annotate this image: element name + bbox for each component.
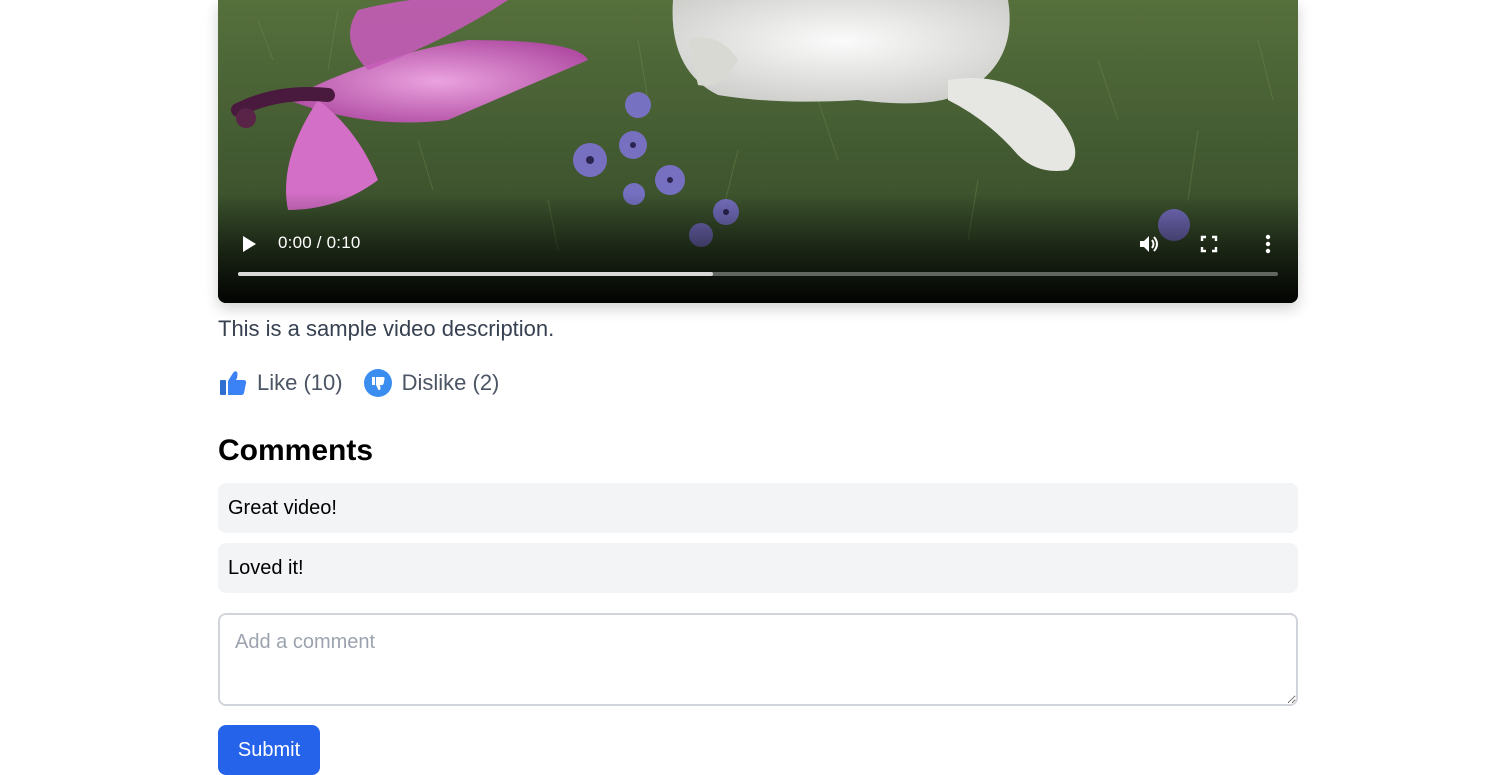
fullscreen-button[interactable]: [1196, 231, 1222, 257]
fullscreen-icon: [1200, 235, 1218, 253]
submit-button[interactable]: Submit: [218, 725, 320, 775]
video-page: 0:00 / 0:10 This is a sample video descr: [218, 0, 1298, 775]
thumbs-up-icon: [218, 368, 248, 398]
like-label: Like (10): [257, 370, 343, 395]
dislike-label: Dislike (2): [401, 370, 500, 395]
time-display: 0:00 / 0:10: [278, 233, 361, 252]
play-icon: [243, 236, 256, 252]
volume-icon: [1140, 236, 1158, 252]
video-player[interactable]: 0:00 / 0:10: [218, 0, 1298, 303]
comment-item: Great video!: [218, 483, 1298, 533]
more-vertical-icon: [1265, 234, 1271, 254]
like-button[interactable]: Like (10): [218, 368, 343, 398]
reactions-bar: Like (10) Dislike (2): [218, 368, 499, 398]
progress-bar[interactable]: [238, 272, 1278, 276]
comment-input[interactable]: [218, 613, 1298, 706]
video-description: This is a sample video description.: [218, 316, 555, 341]
volume-button[interactable]: [1135, 230, 1163, 258]
thumbs-down-icon: [363, 368, 393, 398]
more-options-button[interactable]: [1256, 231, 1280, 257]
comments-heading: Comments: [218, 434, 374, 467]
progress-fill: [238, 272, 714, 276]
comment-item: Loved it!: [218, 543, 1298, 593]
dislike-button[interactable]: Dislike (2): [363, 368, 500, 398]
play-button[interactable]: [236, 231, 262, 257]
